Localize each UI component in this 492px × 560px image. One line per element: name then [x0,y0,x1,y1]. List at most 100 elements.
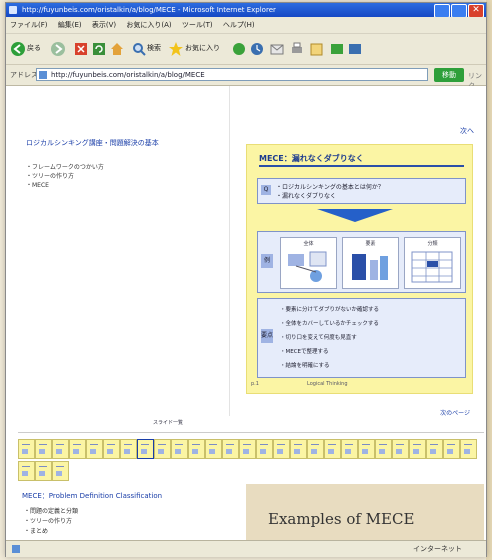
search-icon[interactable] [132,42,146,56]
next-page-link[interactable]: 次のページ [440,408,470,417]
media-icon[interactable] [232,42,246,56]
bottom-title-link[interactable]: MECE：Problem Definition Classification [22,491,162,501]
print-icon[interactable] [290,42,304,56]
slide-thumbnail[interactable] [35,439,52,459]
home-icon[interactable] [110,42,124,56]
menu-file[interactable]: ファイル(F) [6,17,52,33]
slide-top-link[interactable]: 次へ [460,126,474,136]
favorites-label[interactable]: お気に入り [185,40,220,57]
menu-help[interactable]: ヘルプ(H) [219,17,259,33]
window-title: http://fuyunbeis.com/oristalkin/a/blog/M… [22,6,276,14]
menu-edit[interactable]: 編集(E) [54,17,86,33]
panel-caption: 要素 [365,241,376,247]
diagram-icon [288,251,327,282]
discuss-icon[interactable] [330,42,344,56]
question-line: ・ロジカルシンキングの基本とは何か？ [276,184,384,191]
browser-window: http://fuyunbeis.com/oristalkin/a/blog/M… [5,2,487,557]
search-label[interactable]: 検索 [147,40,161,57]
summary-bullet: ・MECEで整理する [280,349,329,355]
slide-thumbnail[interactable] [375,439,392,459]
history-icon[interactable] [250,42,264,56]
slide-thumbnail[interactable] [222,439,239,459]
maximize-button[interactable] [451,4,467,17]
slide-thumbnail[interactable] [273,439,290,459]
question-tag: Q [261,185,271,195]
slide-title: MECE：漏れなくダブりなく [259,154,364,163]
example-tag: 例 [261,254,273,268]
slide-thumbnail[interactable] [171,439,188,459]
standard-toolbar: 戻る 検索 お気に入り [6,34,486,65]
refresh-icon[interactable] [92,42,106,56]
summary-bullet: ・切り口を変えて何度も見直す [280,335,357,341]
slide-thumbnail[interactable] [18,439,35,459]
slide-thumbnail[interactable] [52,461,69,481]
left-title-link[interactable]: ロジカルシンキング講座・問題解決の基本 [26,138,159,148]
slide-thumbnail[interactable] [35,461,52,481]
question-line: ・漏れなくダブりなく [276,193,337,200]
summary-bullet: ・要素に分けてダブりがないか確認する [280,307,380,313]
stop-icon[interactable] [74,42,88,56]
panel-caption: 分類 [427,241,438,247]
slide-thumbnail[interactable] [239,439,256,459]
slide-thumbnail[interactable] [52,439,69,459]
summary-box: 要点 ・要素に分けてダブりがないか確認する ・全体をカバーしているかチェックする… [257,298,466,378]
close-button[interactable]: ✕ [468,4,484,17]
slide-thumbnail[interactable] [341,439,358,459]
slide-thumbnail[interactable] [120,439,137,459]
status-bar: インターネット [6,540,486,557]
menu-bar: ファイル(F) 編集(E) 表示(V) お気に入り(A) ツール(T) ヘルプ(… [6,17,486,34]
favorites-icon[interactable] [168,41,184,57]
slide-title-rule [259,165,464,167]
mail-icon[interactable] [270,42,284,56]
chart-icon [352,254,388,280]
slide-thumbnail[interactable] [392,439,409,459]
slide-thumbnail[interactable] [443,439,460,459]
menu-favorites[interactable]: お気に入り(A) [122,17,175,33]
edit-icon[interactable] [310,42,324,56]
slide-thumbnail[interactable] [358,439,375,459]
back-label[interactable]: 戻る [27,40,41,57]
ie-app-icon [9,6,17,14]
bottom-item[interactable]: ・ツリーの作り方 [24,516,72,525]
slide: MECE：漏れなくダブりなく Q ・ロジカルシンキングの基本とは何か？ ・漏れな… [246,144,473,394]
slide-thumbnail[interactable] [69,439,86,459]
slide-thumbnail[interactable] [460,439,477,459]
slide-thumbnail[interactable] [205,439,222,459]
slide-thumbnail[interactable] [86,439,103,459]
slide-thumbnail[interactable] [307,439,324,459]
bottom-slide-preview: Examples of MECE [246,484,484,540]
menu-view[interactable]: 表示(V) [88,17,120,33]
table-icon [411,251,453,283]
example-panel: 全体 [280,237,337,289]
back-icon[interactable] [10,41,26,57]
bottom-item[interactable]: ・まとめ [24,526,48,535]
bottom-slide-heading: Examples of MECE [268,510,415,528]
slide-thumbnail[interactable] [137,439,154,459]
left-item[interactable]: ・ツリーの作り方 [26,171,74,180]
page-status-icon [12,545,20,553]
slide-thumbnail[interactable] [188,439,205,459]
slide-thumbnail[interactable] [256,439,273,459]
slide-thumbnail[interactable] [426,439,443,459]
slide-thumbnail[interactable] [290,439,307,459]
question-box: Q ・ロジカルシンキングの基本とは何か？ ・漏れなくダブりなく [257,178,466,204]
go-button[interactable]: 移動 [434,68,464,82]
slide-thumbnail[interactable] [154,439,171,459]
left-item[interactable]: ・MECE [26,180,49,189]
minimize-button[interactable] [434,4,450,17]
example-panel: 分類 [404,237,461,289]
page-icon [39,71,47,79]
left-item[interactable]: ・フレームワークのつかい方 [26,162,104,171]
slide-thumbnail[interactable] [103,439,120,459]
slide-thumbnail[interactable] [324,439,341,459]
title-bar: http://fuyunbeis.com/oristalkin/a/blog/M… [6,3,486,17]
forward-icon[interactable] [50,41,66,57]
example-box: 例 全体 要素 分類 [257,231,466,293]
thumb-strip-label: スライド一覧 [153,420,184,426]
slide-thumbnail[interactable] [18,461,35,481]
slide-thumbnail[interactable] [409,439,426,459]
menu-tools[interactable]: ツール(T) [178,17,217,33]
address-input[interactable]: http://fuyunbeis.com/oristalkin/a/blog/M… [36,68,428,81]
bottom-item[interactable]: ・問題の定義と分類 [24,506,78,515]
messenger-icon[interactable] [348,42,362,56]
